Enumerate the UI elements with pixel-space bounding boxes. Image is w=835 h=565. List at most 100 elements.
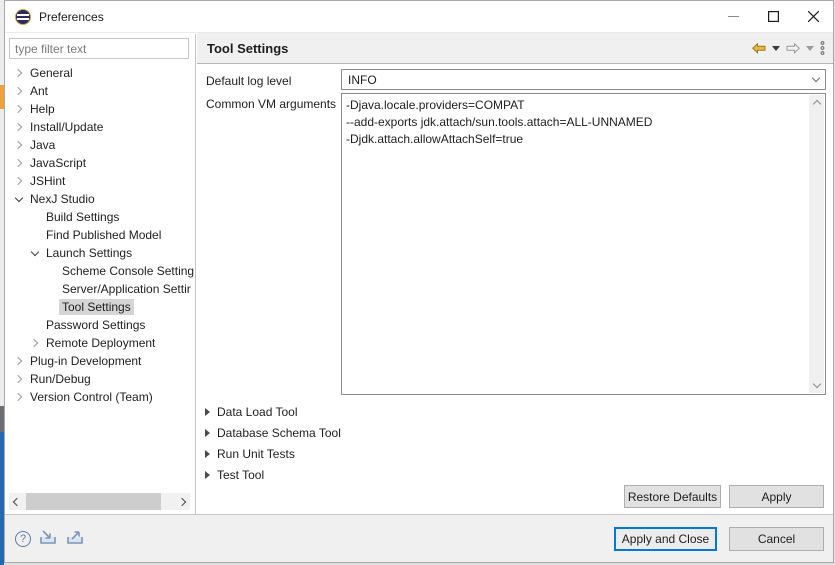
back-history-button[interactable] — [772, 39, 780, 57]
tree-item-label: Version Control (Team) — [27, 389, 156, 405]
tree-item-label: Server/Application Settir — [59, 281, 194, 297]
tree-item[interactable]: Tool Settings — [5, 298, 195, 316]
apply-and-close-button[interactable]: Apply and Close — [614, 527, 717, 551]
sidebar: General Ant Help Install/Update — [5, 34, 196, 514]
tree-chevron-icon[interactable] — [11, 82, 27, 100]
tree-chevron-icon[interactable] — [11, 154, 27, 172]
cancel-button[interactable]: Cancel — [729, 527, 824, 551]
tree-chevron-icon[interactable] — [11, 370, 27, 388]
filter-input[interactable] — [9, 38, 189, 59]
tree-item[interactable]: NexJ Studio — [5, 190, 195, 208]
tree-chevron-icon[interactable] — [27, 208, 43, 226]
back-button[interactable] — [752, 39, 766, 57]
view-menu-button[interactable] — [820, 39, 825, 57]
section-header[interactable]: Run Unit Tests — [205, 443, 341, 464]
tree-item-label: Help — [27, 101, 58, 117]
tree-item[interactable]: Ant — [5, 82, 195, 100]
tree-item-label: JavaScript — [27, 155, 89, 171]
close-button[interactable] — [793, 1, 833, 33]
tree-chevron-icon[interactable] — [27, 244, 43, 262]
tree-chevron-icon[interactable] — [11, 190, 27, 208]
tree-chevron-icon[interactable] — [11, 136, 27, 154]
tree-item[interactable]: Password Settings — [5, 316, 195, 334]
dropdown-arrow-icon — [772, 46, 780, 51]
tree-chevron-icon[interactable] — [11, 100, 27, 118]
collapsed-sections: Data Load Tool Database Schema Tool Run … — [205, 401, 341, 485]
tree-item[interactable]: Install/Update — [5, 118, 195, 136]
tree-item-label: Launch Settings — [43, 245, 135, 261]
tree-item[interactable]: Find Published Model — [5, 226, 195, 244]
apply-button[interactable]: Apply — [729, 485, 824, 508]
tree-item-label: JSHint — [27, 173, 68, 189]
triangle-right-icon — [205, 450, 217, 458]
tree-chevron-icon[interactable] — [43, 298, 59, 316]
tree-item[interactable]: Java — [5, 136, 195, 154]
panel-header: Tool Settings — [197, 33, 833, 64]
tree-item[interactable]: Help — [5, 100, 195, 118]
preferences-tree: General Ant Help Install/Update — [5, 64, 195, 406]
tree-item-label: Java — [27, 137, 58, 153]
log-level-label: Default log level — [206, 74, 291, 88]
tree-chevron-icon[interactable] — [11, 388, 27, 406]
tree-chevron-icon[interactable] — [27, 316, 43, 334]
tree-item[interactable]: Plug-in Development — [5, 352, 195, 370]
tree-item-label: Password Settings — [43, 317, 148, 333]
section-header[interactable]: Test Tool — [205, 464, 341, 485]
tree-chevron-icon[interactable] — [11, 118, 27, 136]
vertical-dots-icon — [820, 41, 825, 55]
maximize-button[interactable] — [753, 1, 793, 33]
tree-item[interactable]: Launch Settings — [5, 244, 195, 262]
tree-item[interactable]: Build Settings — [5, 208, 195, 226]
tree-item-label: Tool Settings — [59, 299, 134, 315]
title-bar[interactable]: Preferences — [5, 1, 833, 33]
import-preferences-icon[interactable] — [39, 530, 58, 548]
tree-item[interactable]: JavaScript — [5, 154, 195, 172]
close-icon — [808, 11, 819, 22]
section-label: Database Schema Tool — [217, 426, 341, 440]
textarea-scrollbar[interactable] — [809, 95, 824, 393]
tree-item-label: Run/Debug — [27, 371, 94, 387]
triangle-right-icon — [205, 471, 217, 479]
sidebar-horizontal-scrollbar[interactable] — [9, 493, 190, 510]
tree-chevron-icon[interactable] — [27, 226, 43, 244]
scroll-left-icon[interactable] — [9, 493, 23, 510]
scroll-down-icon[interactable] — [809, 378, 824, 393]
export-preferences-icon[interactable] — [66, 530, 85, 548]
tree-item-label: General — [27, 65, 76, 81]
window-title: Preferences — [39, 10, 104, 24]
tree-item-label: Plug-in Development — [27, 353, 144, 369]
section-header[interactable]: Database Schema Tool — [205, 422, 341, 443]
tree-item[interactable]: Version Control (Team) — [5, 388, 195, 406]
section-header[interactable]: Data Load Tool — [205, 401, 341, 422]
tree-chevron-icon[interactable] — [27, 334, 43, 352]
vm-args-value[interactable]: -Djava.locale.providers=COMPAT --add-exp… — [346, 97, 805, 391]
tree-item[interactable]: General — [5, 64, 195, 82]
tree-item-label: Scheme Console Setting — [59, 263, 196, 279]
minimize-button[interactable] — [713, 1, 753, 33]
scroll-up-icon[interactable] — [809, 95, 824, 110]
forward-button[interactable] — [786, 39, 800, 57]
tree-chevron-icon[interactable] — [11, 172, 27, 190]
tree-chevron-icon[interactable] — [11, 352, 27, 370]
vm-args-textarea[interactable]: -Djava.locale.providers=COMPAT --add-exp… — [341, 93, 826, 395]
tree-chevron-icon[interactable] — [43, 280, 59, 298]
triangle-right-icon — [205, 408, 217, 416]
tree-item[interactable]: Run/Debug — [5, 370, 195, 388]
restore-defaults-button[interactable]: Restore Defaults — [624, 485, 721, 508]
tree-chevron-icon[interactable] — [11, 64, 27, 82]
tree-item[interactable]: Remote Deployment — [5, 334, 195, 352]
log-level-select[interactable]: INFO — [341, 69, 826, 90]
help-icon[interactable]: ? — [15, 531, 31, 547]
vm-args-label: Common VM arguments — [206, 97, 336, 111]
tree-item-label: Ant — [27, 83, 51, 99]
eclipse-logo-icon — [15, 9, 31, 25]
tree-item-label: Install/Update — [27, 119, 106, 135]
tree-item[interactable]: Server/Application Settir — [5, 280, 195, 298]
tree-item[interactable]: JSHint — [5, 172, 195, 190]
section-label: Run Unit Tests — [217, 447, 295, 461]
tree-item[interactable]: Scheme Console Setting — [5, 262, 195, 280]
tree-chevron-icon[interactable] — [43, 262, 59, 280]
scroll-right-icon[interactable] — [176, 493, 190, 510]
forward-history-button[interactable] — [806, 39, 814, 57]
scrollbar-thumb[interactable] — [26, 493, 161, 510]
